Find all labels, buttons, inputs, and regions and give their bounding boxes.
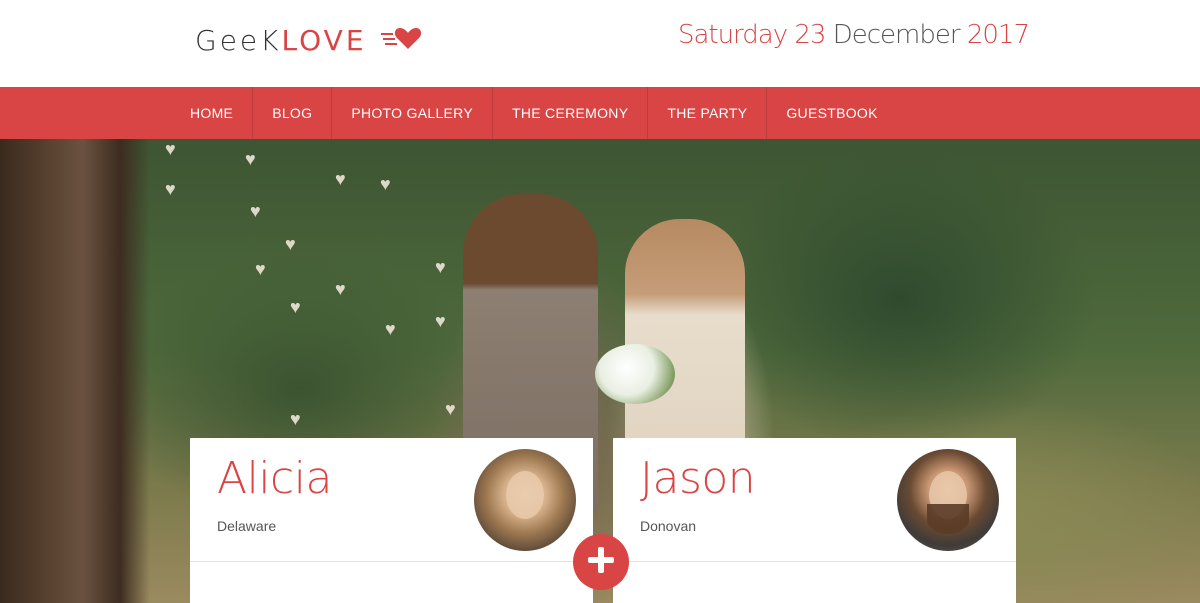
hanging-heart-icon: ♥ <box>335 279 346 299</box>
date-month: December <box>832 20 961 50</box>
hanging-heart-icon: ♥ <box>165 179 176 199</box>
hanging-heart-icon: ♥ <box>165 139 176 159</box>
bride-location: Delaware <box>217 518 277 534</box>
flying-heart-icon <box>380 25 421 56</box>
nav-item-home[interactable]: HOME <box>171 87 254 139</box>
hanging-heart-icon: ♥ <box>245 149 256 169</box>
hanging-heart-icon: ♥ <box>250 201 261 221</box>
hanging-heart-icon: ♥ <box>335 169 346 189</box>
plus-icon <box>585 544 617 581</box>
nav-item-photo-gallery[interactable]: PHOTO GALLERY <box>332 87 493 139</box>
wedding-date: Saturday 23 December 2017 <box>677 20 1030 50</box>
card-divider <box>613 561 1016 562</box>
groom-card: Jason Donovan <box>613 438 1016 603</box>
bride-card: Alicia Delaware <box>190 438 593 603</box>
card-divider <box>190 561 593 562</box>
nav-item-the-ceremony[interactable]: THE CEREMONY <box>493 87 649 139</box>
logo-text-love: LOVE <box>281 23 367 57</box>
logo-text-geek: GeeK <box>195 23 282 57</box>
groom-name: Jason <box>640 453 756 504</box>
bride-avatar <box>474 449 576 551</box>
bride-name: Alicia <box>217 453 332 504</box>
nav-item-blog[interactable]: BLOG <box>253 87 333 139</box>
site-header: GeeKLOVE Saturday 23 December 2017 <box>0 0 1200 87</box>
hanging-heart-icon: ♥ <box>445 399 456 419</box>
hanging-heart-icon: ♥ <box>290 409 301 429</box>
hanging-heart-icon: ♥ <box>290 297 301 317</box>
groom-avatar <box>897 449 999 551</box>
bride-avatar-face <box>506 471 544 519</box>
hanging-heart-icon: ♥ <box>255 259 266 279</box>
nav-list: HOME BLOG PHOTO GALLERY THE CEREMONY THE… <box>171 87 897 139</box>
groom-avatar-beard <box>927 504 969 534</box>
logo-text: GeeKLOVE <box>195 24 367 57</box>
hanging-heart-icon: ♥ <box>435 311 446 331</box>
tree-trunk-decor <box>0 139 150 603</box>
hanging-heart-icon: ♥ <box>435 257 446 277</box>
groom-location: Donovan <box>640 518 697 534</box>
hanging-heart-icon: ♥ <box>285 234 296 254</box>
site-logo[interactable]: GeeKLOVE <box>195 22 421 58</box>
main-nav: HOME BLOG PHOTO GALLERY THE CEREMONY THE… <box>0 87 1200 139</box>
plus-button[interactable] <box>573 534 629 590</box>
nav-item-the-party[interactable]: THE PARTY <box>648 87 768 139</box>
bouquet <box>595 344 675 404</box>
date-weekday: Saturday <box>677 20 788 50</box>
hanging-heart-icon: ♥ <box>380 174 391 194</box>
date-year: 2017 <box>966 20 1030 50</box>
nav-item-guestbook[interactable]: GUESTBOOK <box>767 87 896 139</box>
date-day: 23 <box>794 20 826 50</box>
hanging-heart-icon: ♥ <box>385 319 396 339</box>
